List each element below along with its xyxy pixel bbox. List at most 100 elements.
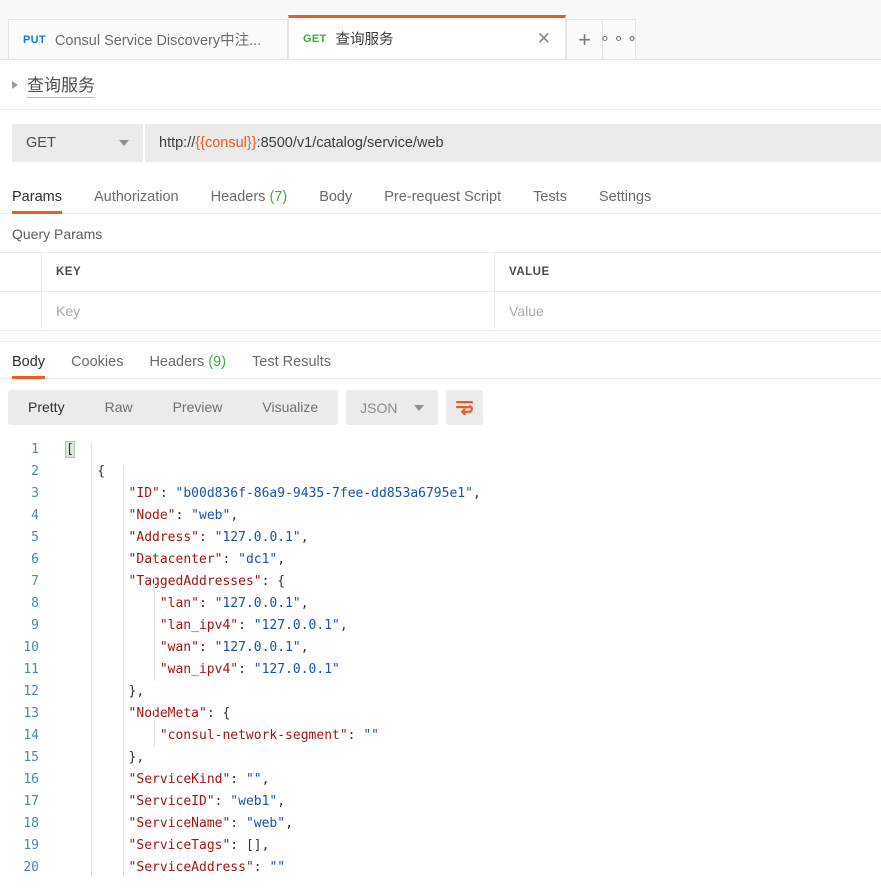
code-text: [: [48, 439, 75, 461]
tab-method-badge: GET: [303, 32, 327, 45]
code-token: "ServiceAddress": [128, 860, 254, 875]
response-tab-body[interactable]: Body: [12, 354, 46, 379]
tab-settings[interactable]: Settings: [599, 189, 651, 213]
code-line: 13 "NodeMeta": {: [0, 703, 881, 725]
view-mode-raw[interactable]: Raw: [85, 390, 153, 425]
tab-label: Settings: [598, 189, 652, 205]
code-line: 5 "Address": "127.0.0.1",: [0, 527, 881, 549]
code-token: "": [269, 860, 286, 875]
tab-tests[interactable]: Tests: [533, 189, 567, 213]
code-text: "lan_ipv4": "127.0.0.1",: [48, 615, 348, 637]
code-text: "ServiceKind": "",: [48, 769, 270, 791]
response-tab-cookies[interactable]: Cookies: [71, 354, 123, 378]
http-method-value: GET: [26, 135, 56, 151]
close-icon[interactable]: ✕: [537, 30, 551, 47]
param-key-input[interactable]: Key: [42, 292, 495, 331]
chevron-down-icon: [413, 404, 424, 411]
code-token: "b00d836f-86a9-9435-7fee-dd853a6795e1": [175, 486, 473, 501]
code-token: "127.0.0.1": [253, 662, 340, 677]
tab-options-button[interactable]: ⚬⚬⚬: [599, 19, 638, 59]
wrap-lines-button[interactable]: [445, 390, 483, 425]
code-token: : {: [261, 574, 286, 589]
code-token: "ServiceKind": [128, 772, 231, 787]
code-text: "wan": "127.0.0.1",: [48, 637, 309, 659]
code-text: "ServiceTags": [],: [48, 835, 270, 857]
table-spacer: [0, 331, 881, 342]
code-token: "ServiceID": [128, 794, 215, 809]
tab-pre-request-script[interactable]: Pre-request Script: [384, 189, 501, 213]
tab-authorization[interactable]: Authorization: [94, 189, 179, 213]
line-number: 7: [31, 574, 39, 589]
code-token: "127.0.0.1": [214, 596, 301, 611]
tab-body[interactable]: Body: [319, 189, 352, 213]
code-line: 16 "ServiceKind": "",: [0, 769, 881, 791]
table-header-row: KEY VALUE: [0, 253, 881, 292]
line-number: 17: [23, 794, 39, 809]
code-token: :: [159, 486, 176, 501]
url-bar: GET http://{{consul}}:8500/v1/catalog/se…: [0, 110, 881, 176]
response-view-bar: Pretty Raw Preview Visualize JSON: [0, 379, 881, 436]
view-mode-visualize[interactable]: Visualize: [242, 390, 338, 425]
tab-label: Test Results: [252, 354, 332, 370]
url-input[interactable]: http://{{consul}}:8500/v1/catalog/servic…: [145, 124, 881, 162]
tab-label: Body: [319, 189, 353, 205]
line-number: 10: [23, 640, 39, 655]
code-token: "Datacenter": [128, 552, 223, 567]
code-token: "consul-network-segment": [159, 728, 348, 743]
breadcrumb: 查询服务: [0, 60, 881, 110]
page-title[interactable]: 查询服务: [27, 71, 95, 98]
response-tab-headers[interactable]: Headers (9): [149, 354, 226, 378]
code-token: },: [128, 750, 145, 765]
line-number: 8: [31, 596, 39, 611]
response-format-select[interactable]: JSON: [346, 390, 438, 425]
line-number: 3: [31, 486, 39, 501]
request-tab-1[interactable]: GET 查询服务 ✕: [288, 15, 566, 59]
code-text: "Node": "web",: [48, 505, 239, 527]
code-token: [: [65, 441, 75, 458]
request-tab-0[interactable]: PUT Consul Service Discovery中注...: [8, 19, 288, 59]
code-token: :: [199, 530, 215, 545]
chevron-right-icon[interactable]: [12, 80, 18, 89]
row-checkbox-cell[interactable]: [0, 292, 42, 331]
tab-params[interactable]: Params: [12, 189, 62, 214]
code-token: :: [238, 662, 254, 677]
tab-label: Body: [12, 354, 46, 370]
code-text: },: [48, 747, 145, 769]
table-row: Key Value: [0, 292, 881, 331]
url-variable: {{consul}}: [195, 135, 257, 151]
tab-title: Consul Service Discovery中注...: [54, 33, 262, 49]
code-line: 4 "Node": "web",: [0, 505, 881, 527]
code-token: },: [128, 684, 145, 699]
format-value: JSON: [360, 399, 398, 416]
tab-label: Authorization: [93, 189, 179, 205]
code-token: "web1": [230, 794, 278, 809]
code-token: :: [230, 772, 246, 787]
code-token: "TaggedAddresses": [128, 574, 262, 589]
select-all-cell[interactable]: [0, 253, 42, 292]
code-text: },: [48, 681, 145, 703]
response-body-json[interactable]: 1[2{3 "ID": "b00d836f-86a9-9435-7fee-dd85…: [0, 436, 881, 876]
chevron-down-icon: [119, 140, 129, 146]
http-method-select[interactable]: GET: [12, 124, 145, 162]
view-mode-pretty[interactable]: Pretty: [8, 390, 85, 425]
code-token: :: [214, 794, 231, 809]
tab-headers[interactable]: Headers (7): [211, 189, 288, 213]
code-line: 3 "ID": "b00d836f-86a9-9435-7fee-dd853a67…: [0, 483, 881, 505]
line-number: 12: [23, 684, 39, 699]
param-value-input[interactable]: Value: [495, 292, 881, 331]
code-token: :: [198, 640, 215, 655]
tab-label: Pre-request Script: [384, 189, 502, 205]
code-text: {: [48, 461, 105, 483]
code-token: "127.0.0.1": [253, 618, 340, 633]
code-token: :: [222, 552, 239, 567]
code-token: "Node": [128, 508, 176, 523]
response-tab-test-results[interactable]: Test Results: [252, 354, 331, 378]
request-tab-bar: PUT Consul Service Discovery中注... GET 查询…: [0, 0, 881, 60]
tab-title: 查询服务: [335, 32, 394, 48]
view-mode-group: Pretty Raw Preview Visualize: [8, 390, 339, 425]
line-number: 14: [23, 728, 39, 743]
new-tab-button[interactable]: +: [566, 19, 602, 59]
tab-label: Tests: [533, 189, 567, 205]
view-mode-preview[interactable]: Preview: [153, 390, 243, 425]
code-token: "web": [191, 508, 231, 523]
